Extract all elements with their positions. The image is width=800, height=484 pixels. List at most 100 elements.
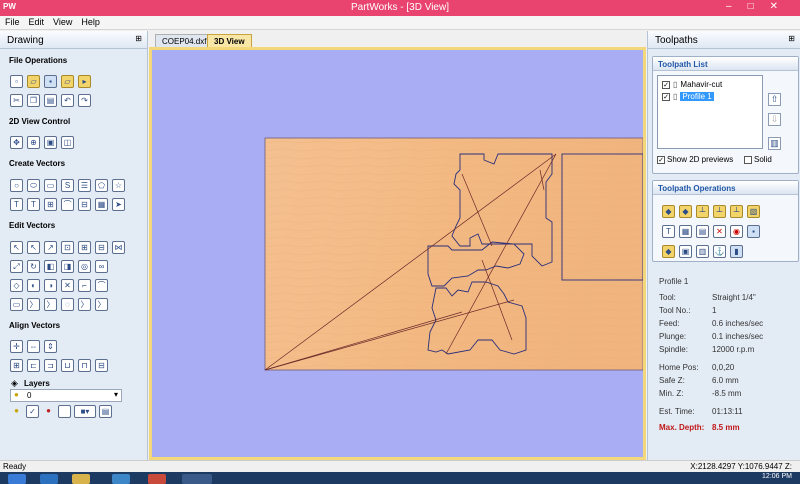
weld-icon[interactable]: ◇ bbox=[10, 279, 23, 292]
link-icon[interactable]: ∞ bbox=[95, 260, 108, 273]
texture-toolpath-icon[interactable]: ▧ bbox=[747, 205, 760, 218]
zoom-window-icon[interactable]: ⊕ bbox=[27, 136, 40, 149]
close-vector-icon[interactable]: ⌒ bbox=[95, 279, 108, 292]
text-icon[interactable]: T bbox=[10, 198, 23, 211]
align-bottom-icon[interactable]: ⊔ bbox=[61, 359, 74, 372]
export-toolpath-icon[interactable]: ▮ bbox=[730, 245, 743, 258]
trace-icon[interactable]: ➤ bbox=[112, 198, 125, 211]
menu-file[interactable]: File bbox=[0, 16, 24, 27]
layer-color-dropdown[interactable]: ■▾ bbox=[74, 405, 96, 418]
pan-icon[interactable]: ✥ bbox=[10, 136, 23, 149]
zoom-extents-icon[interactable]: ▣ bbox=[44, 136, 57, 149]
curve-icon[interactable]: S bbox=[61, 179, 74, 192]
boundary-icon[interactable]: ◌ bbox=[61, 298, 74, 311]
layer-visibility-icon[interactable]: ● bbox=[10, 405, 23, 418]
layer-manager-icon[interactable]: ▤ bbox=[99, 405, 112, 418]
node-edit-icon[interactable]: ↖ bbox=[27, 241, 40, 254]
toolpath-checkbox[interactable]: ✓ bbox=[662, 80, 670, 89]
subtract-icon[interactable]: ◐ bbox=[27, 279, 40, 292]
cut-icon[interactable]: ✂ bbox=[10, 94, 23, 107]
3d-view-viewport[interactable] bbox=[149, 47, 646, 460]
select-icon[interactable]: ↖ bbox=[10, 241, 23, 254]
anchor-icon[interactable]: ⚓ bbox=[713, 245, 726, 258]
circle-icon[interactable]: ○ bbox=[10, 179, 23, 192]
start-icon[interactable] bbox=[8, 474, 26, 484]
align-icon[interactable]: ⊡ bbox=[61, 241, 74, 254]
toolpath-checkbox[interactable]: ✓ bbox=[662, 92, 670, 101]
ramp-icon[interactable]: 〉 bbox=[95, 298, 108, 311]
media-player-icon[interactable] bbox=[112, 474, 130, 484]
file-explorer-icon[interactable] bbox=[72, 474, 90, 484]
material-setup-icon[interactable]: ◆ bbox=[662, 245, 675, 258]
fluting-toolpath-icon[interactable]: ▦ bbox=[679, 225, 692, 238]
save-toolpath-icon[interactable]: ▪ bbox=[747, 225, 760, 238]
open-file-icon[interactable]: ▱ bbox=[27, 75, 40, 88]
dimension-icon[interactable]: ⊞ bbox=[44, 198, 57, 211]
layer-dropdown[interactable]: ● 0 ▾ bbox=[10, 389, 122, 402]
pocket-toolpath-icon[interactable]: ◆ bbox=[679, 205, 692, 218]
new-file-icon[interactable]: ▫ bbox=[10, 75, 23, 88]
transform-icon[interactable]: ↗ bbox=[44, 241, 57, 254]
redo-icon[interactable]: ↷ bbox=[78, 94, 91, 107]
tab-3d-view[interactable]: 3D View bbox=[207, 34, 252, 47]
star-icon[interactable]: ☆ bbox=[112, 179, 125, 192]
tool-database-icon[interactable]: ▤ bbox=[696, 225, 709, 238]
align-top-icon[interactable]: ⊓ bbox=[78, 359, 91, 372]
array-icon[interactable]: ▦ bbox=[95, 198, 108, 211]
align-right-icon[interactable]: ⊐ bbox=[44, 359, 57, 372]
move-up-icon[interactable]: ⇧ bbox=[768, 93, 781, 106]
intersect-icon[interactable]: ◑ bbox=[44, 279, 57, 292]
trim-icon[interactable]: ✕ bbox=[61, 279, 74, 292]
offset-icon[interactable]: ◎ bbox=[78, 260, 91, 273]
group-icon[interactable]: ⊞ bbox=[78, 241, 91, 254]
quick-engrave-icon[interactable]: T bbox=[662, 225, 675, 238]
toolpath-template-icon[interactable]: ▣ bbox=[679, 245, 692, 258]
copy-icon[interactable]: ❐ bbox=[27, 94, 40, 107]
rectangle-icon[interactable]: ▭ bbox=[44, 179, 57, 192]
layer-checkbox[interactable]: ✓ bbox=[26, 405, 39, 418]
pin-icon[interactable]: ⊞ bbox=[788, 34, 795, 43]
join-icon[interactable]: ⋈ bbox=[112, 241, 125, 254]
import-icon[interactable]: ▱ bbox=[61, 75, 74, 88]
polyline-icon[interactable]: ☰ bbox=[78, 179, 91, 192]
browser-icon[interactable] bbox=[40, 474, 58, 484]
mirror-icon[interactable]: ◧ bbox=[44, 260, 57, 273]
solid-checkbox[interactable] bbox=[744, 155, 752, 164]
align-left-icon[interactable]: ⊏ bbox=[27, 359, 40, 372]
center-horizontal-icon[interactable]: ⇔ bbox=[27, 340, 40, 353]
3d-view-canvas[interactable] bbox=[152, 50, 643, 457]
toolpath-item[interactable]: ✓ ▯ Mahavir-cut bbox=[662, 80, 722, 89]
text-on-curve-icon[interactable]: T bbox=[27, 198, 40, 211]
menu-edit[interactable]: Edit bbox=[24, 16, 49, 27]
center-on-material-icon[interactable]: ✛ bbox=[10, 340, 23, 353]
extend-icon[interactable]: ⌐ bbox=[78, 279, 91, 292]
show-2d-previews-toggle[interactable]: ✓ Show 2D previews bbox=[657, 155, 733, 164]
fit-curves-icon[interactable]: 〉 bbox=[44, 298, 57, 311]
align-hcenter-icon[interactable]: ⊟ bbox=[95, 359, 108, 372]
tab-icon[interactable]: ▭ bbox=[10, 298, 23, 311]
layer-lock-icon[interactable]: ● bbox=[42, 405, 55, 418]
nest-icon[interactable]: ⊟ bbox=[78, 198, 91, 211]
minimize-button[interactable]: – bbox=[726, 1, 748, 12]
menu-help[interactable]: Help bbox=[76, 16, 104, 27]
fillet-icon[interactable]: ⌒ bbox=[61, 198, 74, 211]
tab-coep04[interactable]: COEP04.dxf bbox=[155, 34, 214, 47]
menu-view[interactable]: View bbox=[48, 16, 76, 27]
zoom-material-icon[interactable]: ◫ bbox=[61, 136, 74, 149]
layer-color-swatch[interactable] bbox=[58, 405, 71, 418]
inlay-toolpath-icon[interactable]: ┴ bbox=[713, 205, 726, 218]
undo-icon[interactable]: ↶ bbox=[61, 94, 74, 107]
maximize-button[interactable]: □ bbox=[748, 1, 770, 12]
pin-icon[interactable]: ⊞ bbox=[135, 34, 142, 43]
distort-icon[interactable]: ◨ bbox=[61, 260, 74, 273]
close-button[interactable]: ✕ bbox=[770, 1, 794, 12]
drill-toolpath-icon[interactable]: ┴ bbox=[696, 205, 709, 218]
rotate-icon[interactable]: ↻ bbox=[27, 260, 40, 273]
ellipse-icon[interactable]: ⬭ bbox=[27, 179, 40, 192]
vcarve-toolpath-icon[interactable]: ┴ bbox=[730, 205, 743, 218]
toolpath-item[interactable]: ✓ ▯ Profile 1 bbox=[662, 92, 714, 101]
chrome-icon[interactable] bbox=[148, 474, 166, 484]
smooth-icon[interactable]: 〉 bbox=[27, 298, 40, 311]
save-icon[interactable]: ▪ bbox=[44, 75, 57, 88]
move-down-icon[interactable]: ⇩ bbox=[768, 113, 781, 126]
